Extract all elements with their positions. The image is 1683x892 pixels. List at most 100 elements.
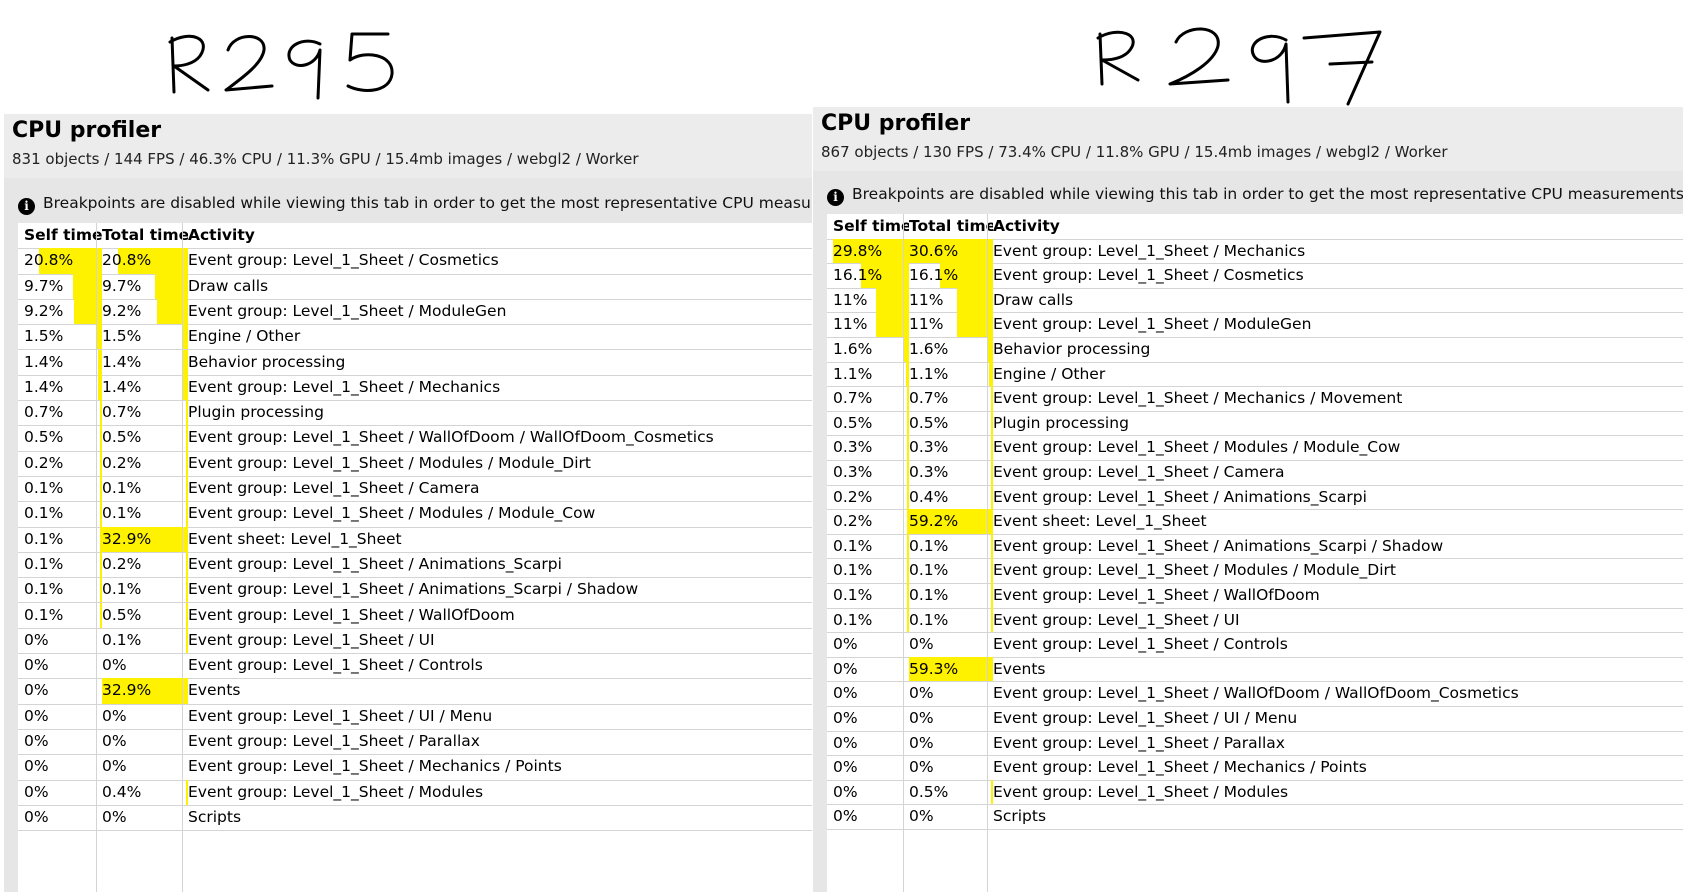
table-row[interactable]: 11% 11% Event group: Level_1_Sheet / Modul… [827, 312, 1683, 338]
cell-text: 1.4% [24, 377, 64, 396]
cell-text: 0.2% [833, 487, 873, 506]
activity-cell: Event group: Level_1_Sheet / UI / Menu [987, 706, 1683, 731]
self-time-cell: 0% [827, 731, 909, 756]
table-row[interactable]: 0% 0% Scripts [18, 805, 812, 832]
activity-cell: Event group: Level_1_Sheet / Controls [182, 653, 812, 678]
table-row[interactable]: 0.1% 32.9% Event sheet: Level_1_Sheet [18, 526, 812, 553]
table-row[interactable]: 20.8% 20.8% Event group: Level_1_Sheet / C… [18, 248, 812, 275]
self-time-cell: 0.5% [827, 410, 909, 436]
cell-text: Engine / Other [188, 327, 301, 346]
column-header-self-time[interactable]: Self time [18, 223, 102, 248]
table-row[interactable]: 0% 0% Event group: Level_1_Sheet / Paralla… [18, 729, 812, 756]
self-time-cell: 0.3% [827, 460, 909, 485]
table-row[interactable]: 0.7% 0.7% Plugin processing [18, 400, 812, 427]
table-row[interactable]: 0.1% 0.5% Event group: Level_1_Sheet / Wal… [18, 602, 812, 629]
table-row[interactable]: 0.3% 0.3% Event group: Level_1_Sheet / Cam… [827, 460, 1683, 486]
cell-text: 0.1% [833, 586, 873, 604]
cell-text: Event group: Level_1_Sheet / WallOfDoom … [188, 428, 714, 447]
table-row[interactable]: 0.1% 0.1% Event group: Level_1_Sheet / Cam… [18, 476, 812, 503]
self-time-cell: 0% [827, 632, 909, 657]
self-time-cell: 16.1% [827, 263, 909, 288]
panel-title: CPU profiler [821, 111, 971, 136]
cell-text: 0.1% [24, 580, 64, 599]
table-row[interactable]: 0.1% 0.2% Event group: Level_1_Sheet / Ani… [18, 551, 812, 579]
total-time-cell: 0.1% [903, 583, 993, 608]
table-row[interactable]: 0% 0% Event group: Level_1_Sheet / WallOfD… [827, 681, 1683, 707]
table-row[interactable]: 0.1% 0.1% Event group: Level_1_Sheet / Mod… [18, 501, 812, 528]
total-time-cell: 0.2% [96, 551, 188, 578]
table-row[interactable]: 0.7% 0.7% Event group: Level_1_Sheet / Mec… [827, 386, 1683, 412]
table-row[interactable]: 0% 59.3% Events [827, 656, 1683, 683]
table-row[interactable]: 0.1% 0.1% Event group: Level_1_Sheet / Ani… [18, 577, 812, 604]
table-row[interactable]: 0.1% 0.1% Event group: Level_1_Sheet / Wal… [827, 583, 1683, 609]
cell-text: 1.5% [102, 327, 142, 346]
column-header-activity[interactable]: Activity [987, 214, 1683, 239]
table-row[interactable]: 0% 0% Event group: Level_1_Sheet / UI / Me… [18, 704, 812, 730]
table-row[interactable]: 0.1% 0.1% Event group: Level_1_Sheet / Ani… [827, 533, 1683, 560]
total-time-cell: 0.1% [903, 558, 993, 583]
table-row[interactable]: 0% 0% Event group: Level_1_Sheet / Control… [18, 653, 812, 680]
table-row[interactable]: 0.3% 0.3% Event group: Level_1_Sheet / Mod… [827, 435, 1683, 461]
table-row[interactable]: 0.2% 0.4% Event group: Level_1_Sheet / Ani… [827, 484, 1683, 511]
table-row[interactable]: 0% 0% Event group: Level_1_Sheet / Control… [827, 632, 1683, 658]
table-row[interactable]: 0% 0% Event group: Level_1_Sheet / Paralla… [827, 731, 1683, 757]
column-header-activity[interactable]: Activity [182, 223, 812, 248]
table-row[interactable]: 0.2% 0.2% Event group: Level_1_Sheet / Mod… [18, 450, 812, 477]
activity-cell: Behavior processing [182, 350, 812, 375]
table-row[interactable]: 1.1% 1.1% Engine / Other [827, 361, 1683, 388]
table-row[interactable]: 1.5% 1.5% Engine / Other [18, 324, 812, 351]
cell-text: Event group: Level_1_Sheet / Modules / M… [188, 504, 596, 523]
table-row[interactable]: 0.1% 0.1% Event group: Level_1_Sheet / UI [827, 607, 1683, 634]
total-time-cell: 0.1% [96, 577, 188, 603]
activity-cell: Event group: Level_1_Sheet / Modules / M… [987, 558, 1683, 583]
table-row[interactable]: 0.1% 0.1% Event group: Level_1_Sheet / Mod… [827, 558, 1683, 584]
self-time-cell: 0.5% [18, 425, 102, 451]
table-row[interactable]: 1.6% 1.6% Behavior processing [827, 337, 1683, 363]
activity-cell: Event group: Level_1_Sheet / Camera [182, 476, 812, 501]
self-time-cell: 0.1% [827, 533, 909, 559]
column-header-self-time[interactable]: Self time [827, 214, 909, 239]
table-row[interactable]: 1.4% 1.4% Behavior processing [18, 349, 812, 376]
cell-text: 0% [24, 732, 49, 750]
cell-text: 0% [24, 706, 49, 725]
cell-text: 0.4% [102, 782, 142, 801]
cell-text: 0% [833, 758, 858, 777]
table-row[interactable]: 0% 0.1% Event group: Level_1_Sheet / UI [18, 627, 812, 655]
table-row[interactable]: 9.2% 9.2% Event group: Level_1_Sheet / Mod… [18, 298, 812, 326]
cell-text: 0.1% [909, 586, 949, 604]
cell-text: Event group: Level_1_Sheet / Parallax [993, 733, 1285, 752]
cell-text: Behavior processing [188, 352, 346, 371]
cell-text: Event group: Level_1_Sheet / Mechanics /… [188, 757, 562, 776]
table-row[interactable]: 1.4% 1.4% Event group: Level_1_Sheet / Mec… [18, 374, 812, 402]
table-row[interactable]: 29.8% 30.6% Event group: Level_1_Sheet / M… [827, 238, 1683, 265]
total-time-cell: 11% [903, 287, 993, 313]
activity-cell: Event group: Level_1_Sheet / Modules [987, 780, 1683, 805]
activity-cell: Event sheet: Level_1_Sheet [987, 509, 1683, 534]
table-row[interactable]: 0% 0% Event group: Level_1_Sheet / Mechani… [18, 754, 812, 781]
total-time-cell: 1.5% [96, 324, 188, 350]
table-row[interactable]: 9.7% 9.7% Draw calls [18, 273, 812, 300]
table-row[interactable]: 0% 32.9% Events [18, 678, 812, 705]
table-row[interactable]: 0% 0% Event group: Level_1_Sheet / UI / Me… [827, 706, 1683, 732]
self-time-cell: 0.1% [18, 476, 102, 502]
cell-text: 1.4% [102, 377, 142, 396]
column-header-total-time[interactable]: Total time [96, 223, 188, 248]
cell-text: 16.1% [833, 266, 883, 285]
table-row[interactable]: 11% 11% Draw calls [827, 287, 1683, 314]
table-row[interactable]: 0% 0.4% Event group: Level_1_Sheet / Modul… [18, 779, 812, 806]
cell-text: Event group: Level_1_Sheet / WallOfDoom [993, 586, 1320, 604]
table-row[interactable]: 0.5% 0.5% Plugin processing [827, 410, 1683, 437]
table-row[interactable]: 16.1% 16.1% Event group: Level_1_Sheet / C… [827, 263, 1683, 289]
total-time-cell: 11% [903, 312, 993, 337]
cell-text: 1.1% [833, 364, 873, 383]
table-row[interactable]: 0.2% 59.2% Event sheet: Level_1_Sheet [827, 509, 1683, 535]
self-time-cell: 1.1% [827, 361, 909, 387]
cell-text: Event group: Level_1_Sheet / Animations_… [993, 487, 1367, 506]
table-row[interactable]: 0.5% 0.5% Event group: Level_1_Sheet / Wal… [18, 425, 812, 452]
table-row[interactable]: 0% 0.5% Event group: Level_1_Sheet / Modul… [827, 779, 1683, 806]
table-row[interactable]: 0% 0% Event group: Level_1_Sheet / Mechani… [827, 755, 1683, 781]
column-divider [182, 223, 183, 892]
cell-text: 0% [833, 782, 858, 801]
table-row[interactable]: 0% 0% Scripts [827, 804, 1683, 830]
column-header-total-time[interactable]: Total time [903, 214, 993, 239]
